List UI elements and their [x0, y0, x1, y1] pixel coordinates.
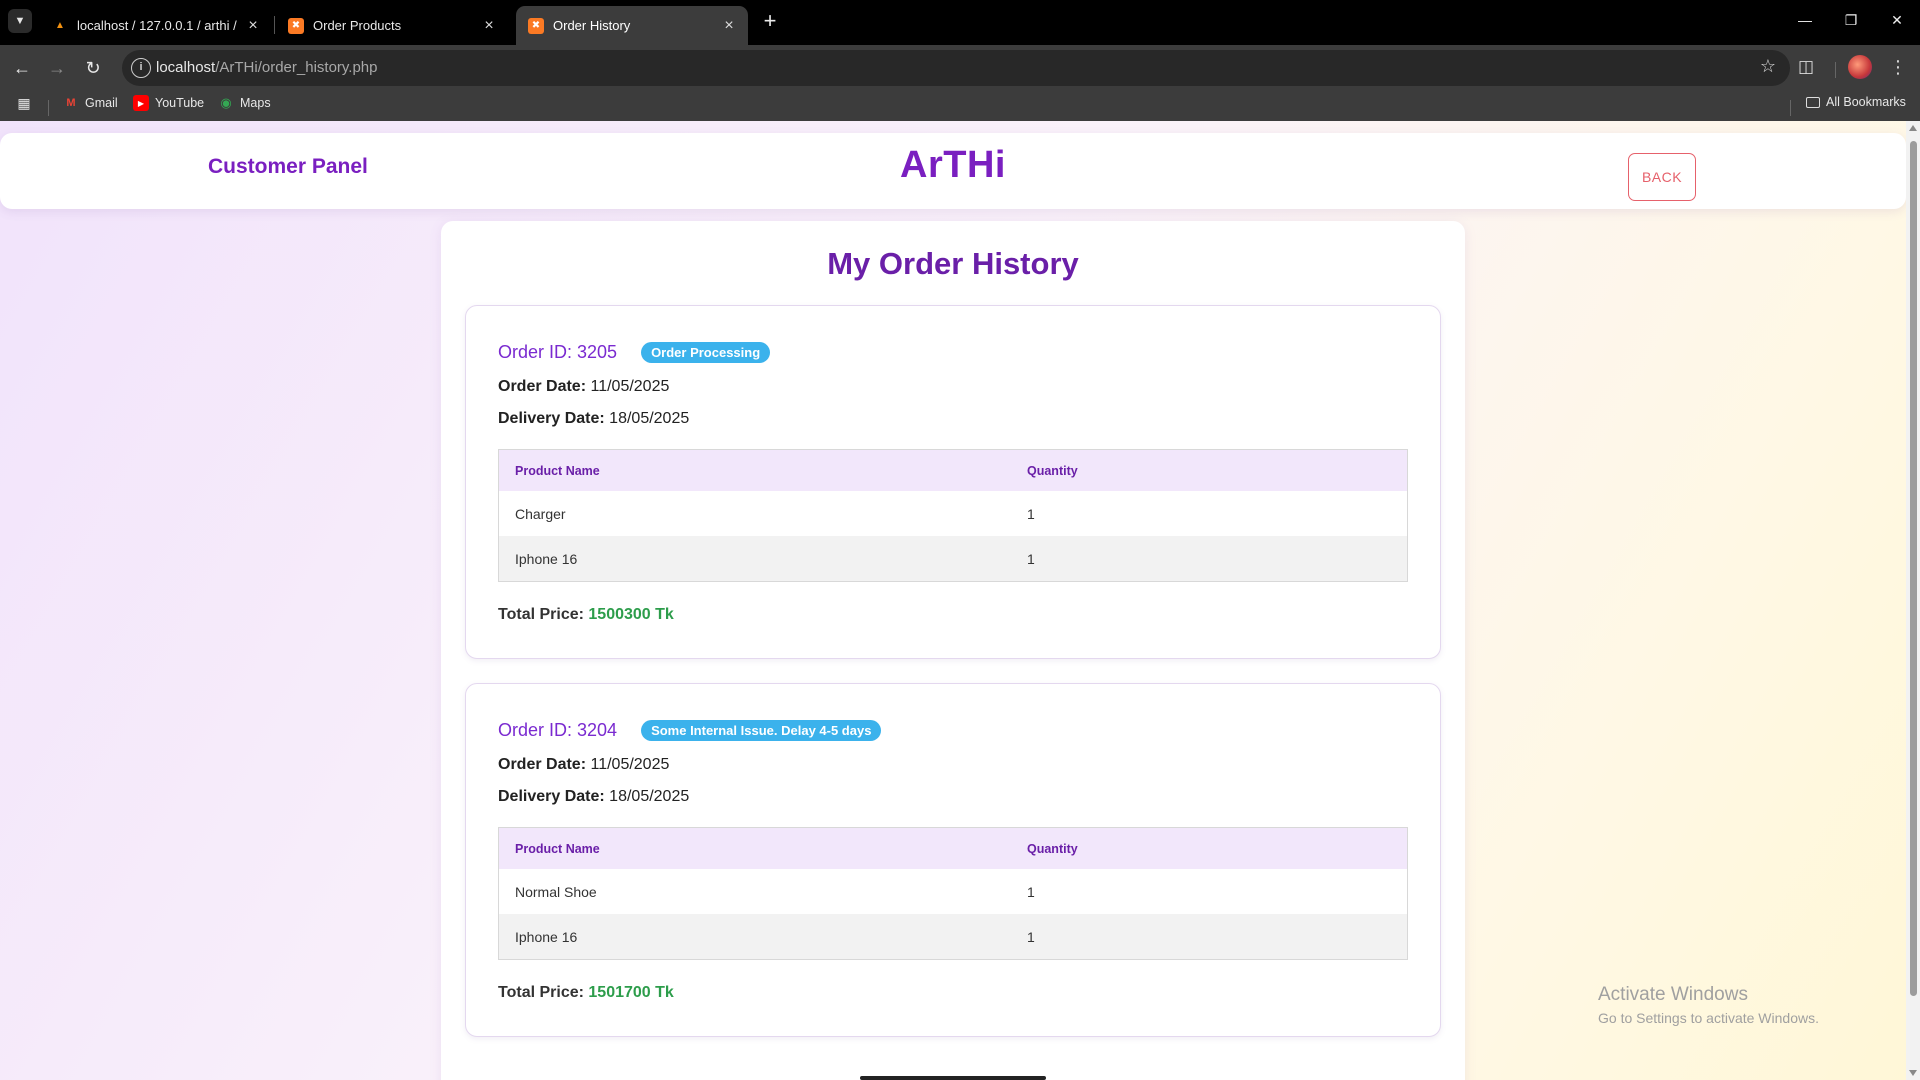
bookmark-maps[interactable]: ◉ Maps — [218, 95, 270, 111]
maps-icon: ◉ — [220, 95, 232, 110]
order-card: Order ID: 3204 Some Internal Issue. Dela… — [465, 683, 1441, 1037]
table-row: Iphone 16 1 — [499, 536, 1407, 581]
total-amount: 1500300 Tk — [588, 606, 674, 623]
product-name-cell: Iphone 16 — [515, 928, 578, 945]
site-info-icon[interactable]: i — [131, 58, 151, 78]
bookmark-gmail[interactable]: M Gmail — [63, 95, 117, 111]
bookmark-divider — [1790, 100, 1791, 116]
quantity-cell: 1 — [1027, 550, 1035, 567]
tab-order-history[interactable]: ✖ Order History × — [516, 6, 748, 45]
browser-toolbar: ← → ↻ i localhost/ArTHi/order_history.ph… — [0, 45, 1920, 125]
table-row: Iphone 16 1 — [499, 914, 1407, 959]
table-row: Normal Shoe 1 — [499, 869, 1407, 914]
all-bookmarks[interactable]: All Bookmarks — [1806, 95, 1906, 109]
order-card: Order ID: 3205 Order Processing Order Da… — [465, 305, 1441, 659]
close-tab-icon[interactable]: × — [720, 17, 738, 35]
table-header-row: Product Name Quantity — [499, 828, 1407, 869]
column-header-product: Product Name — [515, 841, 600, 856]
site-header: Customer Panel ArTHi BACK — [0, 133, 1906, 209]
order-date: Order Date: 11/05/2025 — [498, 756, 670, 773]
order-id: Order ID: 3204 — [498, 720, 618, 740]
product-name-cell: Iphone 16 — [515, 550, 578, 567]
total-price: Total Price: 1501700 Tk — [498, 984, 674, 1001]
new-tab-button[interactable]: + — [756, 8, 784, 36]
close-tab-icon[interactable]: × — [480, 17, 498, 35]
order-id: Order ID: 3205 — [498, 342, 618, 362]
xampp-icon: ✖ — [288, 17, 304, 34]
page-scrollbar[interactable] — [1906, 121, 1920, 1080]
restore-icon[interactable]: ❐ — [1828, 0, 1874, 40]
status-badge: Some Internal Issue. Delay 4-5 days — [641, 720, 882, 741]
forward-arrow-icon[interactable]: → — [42, 53, 72, 83]
xampp-icon: ✖ — [528, 17, 544, 34]
tab-phpmyadmin[interactable]: ▲ localhost / 127.0.0.1 / arthi / cu × — [40, 6, 272, 45]
close-window-icon[interactable]: ✕ — [1874, 0, 1920, 40]
scroll-down-icon[interactable] — [1909, 1070, 1917, 1076]
profile-avatar[interactable] — [1848, 55, 1872, 79]
column-header-quantity: Quantity — [1027, 463, 1078, 478]
table-row: Charger 1 — [499, 491, 1407, 536]
order-history-container: My Order History Order ID: 3205 Order Pr… — [441, 221, 1465, 1080]
apps-grid-icon[interactable]: ▦ — [16, 95, 38, 111]
bookmark-star-icon[interactable]: ☆ — [1760, 56, 1776, 77]
tab-search-icon[interactable]: ▼ — [8, 9, 32, 33]
quantity-cell: 1 — [1027, 505, 1035, 522]
product-name-cell: Charger — [515, 505, 566, 522]
order-items-table: Product Name Quantity Charger 1 Iphone 1… — [498, 449, 1408, 582]
page-viewport: Customer Panel ArTHi BACK My Order Histo… — [0, 121, 1906, 1080]
page-title: My Order History — [827, 246, 1079, 281]
delivery-date: Delivery Date: 18/05/2025 — [498, 410, 690, 427]
product-name-cell: Normal Shoe — [515, 883, 597, 900]
windows-activation-watermark: Activate Windows Go to Settings to activ… — [1598, 984, 1819, 1026]
order-items-table: Product Name Quantity Normal Shoe 1 Ipho… — [498, 827, 1408, 960]
column-header-product: Product Name — [515, 463, 600, 478]
scroll-indicator — [860, 1076, 1046, 1080]
tab-title: Order History — [553, 18, 631, 33]
tab-title: Order Products — [313, 18, 402, 33]
youtube-icon: ▶ — [133, 95, 149, 111]
menu-dots-icon[interactable]: ⋮ — [1888, 55, 1908, 79]
delivery-date: Delivery Date: 18/05/2025 — [498, 788, 690, 805]
extensions-icon[interactable]: ◫ — [1794, 55, 1818, 79]
back-button[interactable]: BACK — [1628, 153, 1696, 201]
bookmarks-bar: ▦ M Gmail ▶ YouTube ◉ Maps All Bookmarks — [0, 88, 1920, 122]
back-arrow-icon[interactable]: ← — [7, 53, 37, 83]
status-badge: Order Processing — [641, 342, 771, 363]
column-header-quantity: Quantity — [1027, 841, 1078, 856]
bookmark-divider — [48, 100, 49, 116]
reload-icon[interactable]: ↻ — [78, 53, 108, 83]
toolbar-divider — [1835, 62, 1836, 78]
scrollbar-thumb[interactable] — [1910, 141, 1917, 996]
phpmyadmin-icon: ▲ — [55, 20, 65, 31]
gmail-icon: M — [66, 97, 76, 109]
address-bar[interactable]: i localhost/ArTHi/order_history.php ☆ — [122, 50, 1790, 86]
tab-divider — [274, 16, 275, 34]
table-header-row: Product Name Quantity — [499, 450, 1407, 491]
total-amount: 1501700 Tk — [588, 984, 674, 1001]
order-header: Order ID: 3205 Order Processing — [498, 342, 771, 363]
order-date: Order Date: 11/05/2025 — [498, 378, 670, 395]
close-tab-icon[interactable]: × — [244, 17, 262, 35]
minimize-icon[interactable]: — — [1782, 0, 1828, 40]
brand-logo-text: ArTHi — [900, 144, 1006, 186]
url-text: localhost/ArTHi/order_history.php — [156, 59, 378, 76]
bookmark-youtube[interactable]: ▶ YouTube — [133, 95, 204, 111]
quantity-cell: 1 — [1027, 928, 1035, 945]
folder-icon — [1806, 96, 1820, 108]
quantity-cell: 1 — [1027, 883, 1035, 900]
scroll-up-icon[interactable] — [1909, 125, 1917, 131]
total-price: Total Price: 1500300 Tk — [498, 606, 674, 623]
tab-order-products[interactable]: ✖ Order Products × — [276, 6, 508, 45]
order-header: Order ID: 3204 Some Internal Issue. Dela… — [498, 720, 882, 741]
tab-title: localhost / 127.0.0.1 / arthi / cu — [77, 18, 238, 33]
browser-tab-strip: ▼ ▲ localhost / 127.0.0.1 / arthi / cu ×… — [0, 0, 1920, 45]
